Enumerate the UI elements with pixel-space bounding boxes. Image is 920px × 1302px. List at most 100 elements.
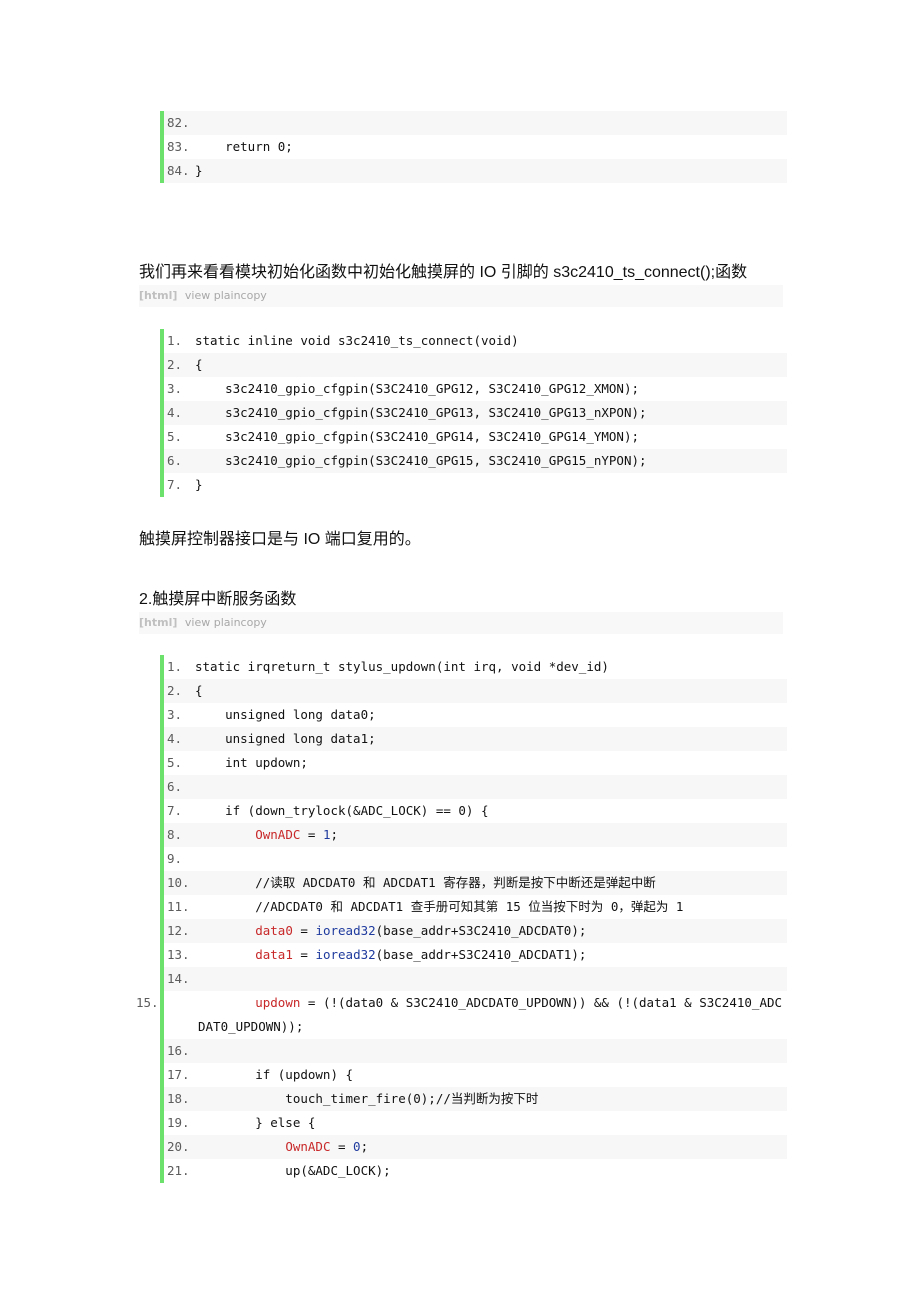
paragraph-io-mux-note: 触摸屏控制器接口是与 IO 端口复用的。 bbox=[139, 531, 421, 548]
code-variable-token: OwnADC bbox=[255, 827, 301, 842]
code-language-label: [html] bbox=[139, 289, 178, 302]
code-line-content: } bbox=[195, 477, 203, 492]
line-number: 20. bbox=[167, 1139, 190, 1154]
code-variable-token: OwnADC bbox=[285, 1139, 331, 1154]
code-line-content: { bbox=[195, 683, 203, 698]
code-line: 13. data1 = ioread32(base_addr+S3C2410_A… bbox=[164, 943, 787, 967]
line-number: 4. bbox=[167, 405, 183, 420]
code-text: } else { bbox=[195, 1115, 316, 1130]
code-line-content: s3c2410_gpio_cfgpin(S3C2410_GPG14, S3C24… bbox=[195, 429, 639, 444]
code-line: 21. up(&ADC_LOCK); bbox=[164, 1159, 787, 1183]
code-block-3: 1. static irqreturn_t stylus_updown(int i… bbox=[136, 655, 787, 1183]
code-line: 5. s3c2410_gpio_cfgpin(S3C2410_GPG14, S3… bbox=[164, 425, 787, 449]
line-number: 7. bbox=[167, 803, 183, 818]
code-line: 1. static inline void s3c2410_ts_connect(… bbox=[164, 329, 787, 353]
code-line: 2. { bbox=[164, 353, 787, 377]
code-line-content: //读取 ADCDAT0 和 ADCDAT1 寄存器，判断是按下中断还是弹起中断 bbox=[195, 875, 656, 890]
code-operator: = bbox=[330, 1139, 354, 1154]
line-number: 2. bbox=[167, 357, 183, 372]
code-toolbar-2: [html] view plaincopy bbox=[139, 612, 783, 634]
code-line: 5. int updown; bbox=[164, 751, 787, 775]
code-line-content: if (updown) { bbox=[195, 1067, 353, 1082]
code-text: ; bbox=[330, 827, 339, 842]
code-variable-token: data0 bbox=[255, 923, 293, 938]
code-line-content: { bbox=[195, 357, 203, 372]
code-operator: = bbox=[300, 827, 323, 842]
code-text: } bbox=[195, 477, 203, 492]
line-number: 1. bbox=[167, 333, 183, 348]
code-text: unsigned long data0; bbox=[195, 707, 376, 722]
code-line: 18. touch_timer_fire(0);//当判断为按下时 bbox=[164, 1087, 787, 1111]
plaincopy-link[interactable]: plaincopy bbox=[214, 285, 267, 307]
code-operator: = bbox=[292, 947, 316, 962]
line-number: 15. bbox=[136, 995, 159, 1010]
code-line: 16. bbox=[164, 1039, 787, 1063]
code-text: } bbox=[195, 163, 203, 178]
code-line-content: if (down_trylock(&ADC_LOCK) == 0) { bbox=[195, 803, 488, 818]
line-number: 1. bbox=[167, 659, 183, 674]
code-line-content: s3c2410_gpio_cfgpin(S3C2410_GPG13, S3C24… bbox=[195, 405, 646, 420]
code-text: static irqreturn_t stylus_updown(int irq… bbox=[195, 659, 609, 674]
code-line-content: static inline void s3c2410_ts_connect(vo… bbox=[195, 333, 519, 348]
line-number: 6. bbox=[167, 453, 183, 468]
line-number: 10. bbox=[167, 875, 190, 890]
code-line-content: 15. updown = (!(data0 & S3C2410_ADCDAT0_… bbox=[136, 991, 787, 1039]
code-line-content: static irqreturn_t stylus_updown(int irq… bbox=[195, 659, 609, 674]
code-line: 7. if (down_trylock(&ADC_LOCK) == 0) { bbox=[164, 799, 787, 823]
line-number: 9. bbox=[167, 851, 183, 866]
code-line-content: unsigned long data1; bbox=[195, 731, 376, 746]
line-number: 17. bbox=[167, 1067, 190, 1082]
code-line-content: s3c2410_gpio_cfgpin(S3C2410_GPG12, S3C24… bbox=[195, 381, 639, 396]
code-text: //ADCDAT0 和 ADCDAT1 查手册可知其第 15 位当按下时为 0，… bbox=[195, 899, 684, 914]
code-line: 1. static irqreturn_t stylus_updown(int i… bbox=[164, 655, 787, 679]
code-line: 6. s3c2410_gpio_cfgpin(S3C2410_GPG15, S3… bbox=[164, 449, 787, 473]
code-language-label: [html] bbox=[139, 616, 178, 629]
code-line-content: //ADCDAT0 和 ADCDAT1 查手册可知其第 15 位当按下时为 0，… bbox=[195, 899, 683, 914]
code-line: 9. bbox=[164, 847, 787, 871]
line-number: 4. bbox=[167, 731, 183, 746]
line-number: 21. bbox=[167, 1163, 190, 1178]
code-function-token: ioread32 bbox=[315, 923, 376, 938]
code-variable-token: updown bbox=[255, 995, 301, 1010]
code-line-content: } bbox=[195, 163, 203, 178]
section-heading-interrupt-service: 2.触摸屏中断服务函数 bbox=[139, 591, 297, 608]
code-text: s3c2410_gpio_cfgpin(S3C2410_GPG14, S3C24… bbox=[195, 429, 640, 444]
code-toolbar-1: [html] view plaincopy bbox=[139, 285, 783, 307]
code-line-content: return 0; bbox=[195, 139, 293, 154]
line-number: 84. bbox=[167, 163, 190, 178]
code-line-content: int updown; bbox=[195, 755, 308, 770]
code-line: 15. updown = (!(data0 & S3C2410_ADCDAT0_… bbox=[136, 991, 787, 1039]
code-line: 83. return 0; bbox=[164, 135, 787, 159]
view-plain-link[interactable]: view bbox=[185, 285, 210, 307]
line-number: 3. bbox=[167, 381, 183, 396]
view-plain-link[interactable]: view bbox=[185, 612, 210, 634]
code-line: 19. } else { bbox=[164, 1111, 787, 1135]
code-variable-token: data1 bbox=[255, 947, 293, 962]
code-line: 3. unsigned long data0; bbox=[164, 703, 787, 727]
code-block-2: 1. static inline void s3c2410_ts_connect(… bbox=[160, 329, 787, 497]
code-line-content: touch_timer_fire(0);//当判断为按下时 bbox=[195, 1091, 538, 1106]
line-number: 18. bbox=[167, 1091, 190, 1106]
code-line: 3. s3c2410_gpio_cfgpin(S3C2410_GPG12, S3… bbox=[164, 377, 787, 401]
code-text: up(&ADC_LOCK); bbox=[195, 1163, 391, 1178]
code-line: 12. data0 = ioread32(base_addr+S3C2410_A… bbox=[164, 919, 787, 943]
line-number: 14. bbox=[167, 971, 190, 986]
code-line-content: up(&ADC_LOCK); bbox=[195, 1163, 391, 1178]
code-text: int updown; bbox=[195, 755, 308, 770]
code-text: unsigned long data1; bbox=[195, 731, 376, 746]
line-number: 5. bbox=[167, 755, 183, 770]
code-line-content: data1 = ioread32(base_addr+S3C2410_ADCDA… bbox=[195, 947, 586, 962]
line-number: 13. bbox=[167, 947, 190, 962]
code-line: 4. s3c2410_gpio_cfgpin(S3C2410_GPG13, S3… bbox=[164, 401, 787, 425]
code-text: (base_addr+S3C2410_ADCDAT0); bbox=[375, 923, 587, 938]
code-line: 84.} bbox=[164, 159, 787, 183]
code-line-content: OwnADC = 0; bbox=[195, 1139, 368, 1154]
line-number: 16. bbox=[167, 1043, 190, 1058]
line-number: 2. bbox=[167, 683, 183, 698]
plaincopy-link[interactable]: plaincopy bbox=[214, 612, 267, 634]
line-number: 11. bbox=[167, 899, 190, 914]
